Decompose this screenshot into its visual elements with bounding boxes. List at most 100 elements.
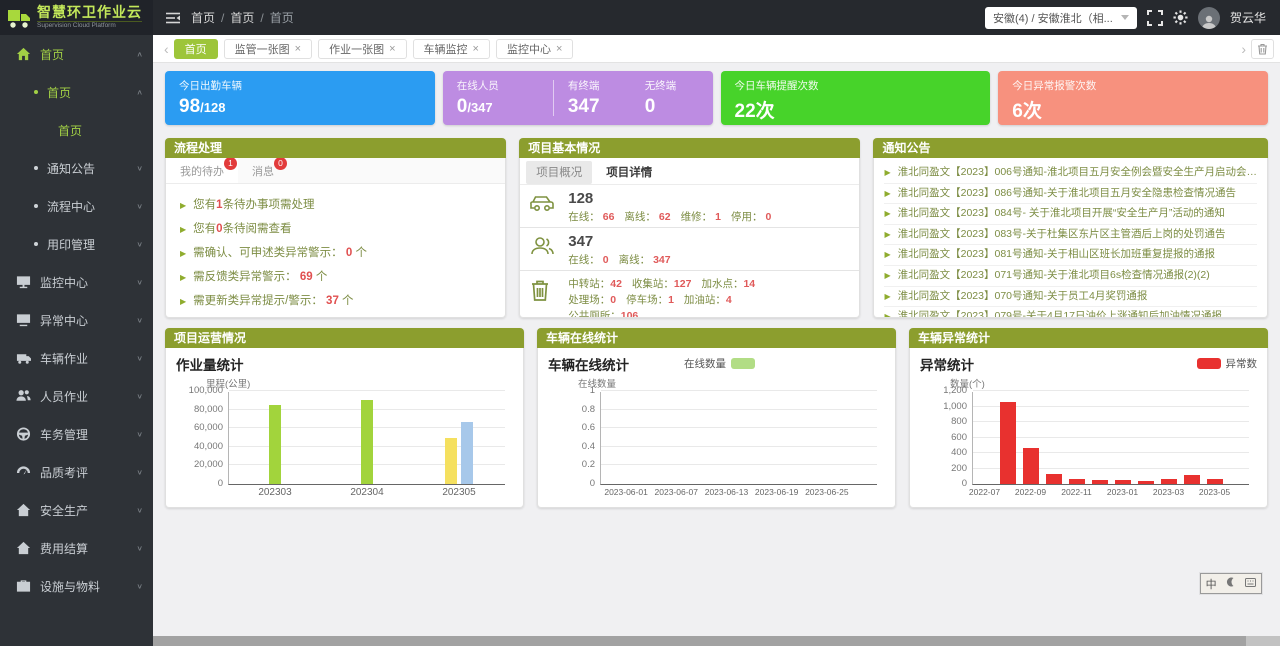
username: 贺云华 <box>1230 9 1266 26</box>
monitor-icon <box>16 274 31 290</box>
stat-label: 处理场： <box>568 294 610 306</box>
app-subtitle: Supervision Cloud Platform <box>37 21 142 30</box>
sidebar-item-用印管理[interactable]: 用印管理∨ <box>0 225 153 263</box>
breadcrumb-item[interactable]: 首页 <box>191 9 215 26</box>
process-item[interactable]: ▶您有0条待阅需查看 <box>180 216 491 240</box>
process-item[interactable]: ▶需反馈类异常警示： 69 个 <box>180 264 491 288</box>
tabs-scroll-left-icon[interactable]: ‹ <box>159 41 174 57</box>
panel-title: 通知公告 <box>873 138 1268 158</box>
tab-监管一张图[interactable]: 监管一张图× <box>224 39 312 59</box>
tabs-scroll-right-icon[interactable]: › <box>1236 41 1251 57</box>
gridline <box>601 427 877 428</box>
sidebar-item-监控中心[interactable]: 监控中心∨ <box>0 263 153 301</box>
panel-title: 项目基本情况 <box>519 138 860 158</box>
sidebar-item-车务管理[interactable]: 车务管理∨ <box>0 415 153 453</box>
process-tab-消息[interactable]: 消息0 <box>238 158 288 183</box>
tab-作业一张图[interactable]: 作业一张图× <box>318 39 406 59</box>
chevron-down-icon: ∨ <box>136 164 143 173</box>
fullscreen-icon[interactable] <box>1147 10 1163 26</box>
facility-stats-line: 中转站：42收集站：127加水点：14 <box>568 276 765 292</box>
sidebar-collapse-icon[interactable] <box>165 11 181 25</box>
project-vehicles-row: 128 在线：66离线：62维修：1停用：0 <box>520 185 859 228</box>
notice-item[interactable]: ▶淮北同盈文【2023】084号- 关于淮北项目开展“安全生产月”活动的通知 <box>884 204 1257 225</box>
arrow-right-icon: ▶ <box>180 225 186 234</box>
logo-truck-icon <box>6 7 32 29</box>
scrollbar-thumb[interactable] <box>153 636 1246 646</box>
facility-stats-line: 处理场：0停车场：1加油站：4 <box>568 292 765 308</box>
x-tick-label: 2023-01 <box>1107 487 1138 497</box>
region-select[interactable]: 安徽(4) / 安徽淮北（相... <box>985 7 1137 29</box>
sidebar-item-通知公告[interactable]: 通知公告 ∨ <box>0 149 153 187</box>
sidebar-item-label: 异常中心 <box>40 312 88 329</box>
tab-首页[interactable]: 首页 <box>174 39 218 59</box>
sidebar-item-车辆作业[interactable]: 车辆作业∨ <box>0 339 153 377</box>
tab-close-icon[interactable]: × <box>556 43 562 55</box>
breadcrumb-item[interactable]: 首页 <box>230 9 254 26</box>
tab-close-icon[interactable]: × <box>473 43 479 55</box>
sidebar-item-首页[interactable]: 首页∧ <box>0 35 153 73</box>
chart-bar <box>361 400 373 484</box>
notice-item[interactable]: ▶淮北同盈文【2023】086号通知-关于淮北项目五月安全隐患检查情况通告 <box>884 184 1257 205</box>
sidebar-item-人员作业[interactable]: 人员作业∨ <box>0 377 153 415</box>
y-tick-label: 0.8 <box>551 404 595 415</box>
sidebar-item-label: 通知公告 <box>47 160 95 177</box>
sidebar-item-异常中心[interactable]: 异常中心∨ <box>0 301 153 339</box>
panels-row-2: 项目运营情况 作业量统计里程(公里)020,00040,00060,00080,… <box>165 328 1268 508</box>
process-item-text: 个 <box>339 295 354 307</box>
process-tab-label: 消息 <box>252 166 274 178</box>
sidebar-item-费用结算[interactable]: 费用结算∨ <box>0 529 153 567</box>
sidebar-item-首页[interactable]: 首页∧ <box>0 73 153 111</box>
chevron-down-icon: ∨ <box>136 506 143 515</box>
notice-item[interactable]: ▶淮北同盈文【2023】070号通知-关于员工4月奖罚通报 <box>884 287 1257 308</box>
chart-bar <box>1138 481 1154 484</box>
notice-item[interactable]: ▶淮北同盈文【2023】071号通知-关于淮北项目6s检查情况通报(2)(2) <box>884 266 1257 287</box>
close-all-tabs-icon[interactable] <box>1251 39 1274 59</box>
ime-toolbar[interactable]: 中 <box>1200 573 1262 594</box>
avatar[interactable] <box>1198 7 1220 29</box>
notice-item[interactable]: ▶淮北同盈文【2023】081号通知-关于相山区班长加班重复提报的通报 <box>884 245 1257 266</box>
process-item[interactable]: ▶需更新类异常提示/警示： 37 个 <box>180 288 491 312</box>
car-icon <box>530 190 568 218</box>
process-item[interactable]: ▶需确认、可申述类异常警示： 0 个 <box>180 240 491 264</box>
process-item[interactable]: ▶您有1条待办事项需处理 <box>180 192 491 216</box>
sidebar-item-流程中心[interactable]: 流程中心∨ <box>0 187 153 225</box>
x-tick-label: 2023-05 <box>1199 487 1230 497</box>
tab-close-icon[interactable]: × <box>295 43 301 55</box>
chart-plot-area: 00.20.40.60.812023-06-012023-06-072023-0… <box>600 392 877 485</box>
horizontal-scrollbar[interactable] <box>153 636 1280 646</box>
stat-card-vehicle-reminders: 今日车辆提醒次数 22次 <box>721 71 991 125</box>
process-item-text: 您有 <box>193 223 216 235</box>
chevron-up-icon: ∧ <box>136 50 143 59</box>
stat-value: 14 <box>743 278 755 290</box>
panel-title: 车辆在线统计 <box>537 328 896 348</box>
tab-监控中心[interactable]: 监控中心× <box>496 39 573 59</box>
panel-process: 流程处理 我的待办1消息0 ▶您有1条待办事项需处理▶您有0条待阅需查看▶需确认… <box>165 138 506 318</box>
chart-y-axis-label: 数量(个) <box>950 376 1257 390</box>
chevron-down-icon: ∨ <box>136 582 143 591</box>
sidebar-item-首页[interactable]: 首页 <box>0 111 153 149</box>
stat-label: 今日车辆提醒次数 <box>735 78 977 93</box>
process-item[interactable]: ▶提示类异常： 13 个 <box>180 312 491 318</box>
stat-value: 66 <box>603 211 615 223</box>
panels-row-1: 流程处理 我的待办1消息0 ▶您有1条待办事项需处理▶您有0条待阅需查看▶需确认… <box>165 138 1268 318</box>
x-tick-label: 2022-09 <box>1015 487 1046 497</box>
notice-item[interactable]: ▶淮北同盈文【2023】079号-关于4月17日油价上涨通知后加油情况通报 <box>884 307 1257 318</box>
safety-icon <box>16 502 31 518</box>
sidebar-item-设施与物料[interactable]: 设施与物料 ∨ <box>0 567 153 605</box>
notice-item[interactable]: ▶淮北同盈文【2023】006号通知-淮北项目五月安全例会暨安全生产月启动会… <box>884 163 1257 184</box>
sidebar-item-品质考评[interactable]: 品质考评∨ <box>0 453 153 491</box>
stat-label: 今日出勤车辆 <box>179 78 421 93</box>
chevron-down-icon: ∨ <box>136 354 143 363</box>
project-tab-项目详情[interactable]: 项目详情 <box>596 161 662 184</box>
process-item-text: 个 <box>313 271 328 283</box>
tab-车辆监控[interactable]: 车辆监控× <box>413 39 490 59</box>
process-tab-我的待办[interactable]: 我的待办1 <box>166 158 238 183</box>
breadcrumb-item[interactable]: 首页 <box>270 9 294 26</box>
gear-icon[interactable] <box>1173 10 1188 25</box>
project-tab-项目概况[interactable]: 项目概况 <box>526 161 592 184</box>
notice-item[interactable]: ▶淮北同盈文【2023】083号-关于杜集区东片区主管酒后上岗的处罚通告 <box>884 225 1257 246</box>
chart-title: 作业量统计 <box>176 354 244 374</box>
sidebar-item-安全生产[interactable]: 安全生产∨ <box>0 491 153 529</box>
tab-close-icon[interactable]: × <box>389 43 395 55</box>
sidebar-item-label: 设施与物料 <box>40 578 100 595</box>
